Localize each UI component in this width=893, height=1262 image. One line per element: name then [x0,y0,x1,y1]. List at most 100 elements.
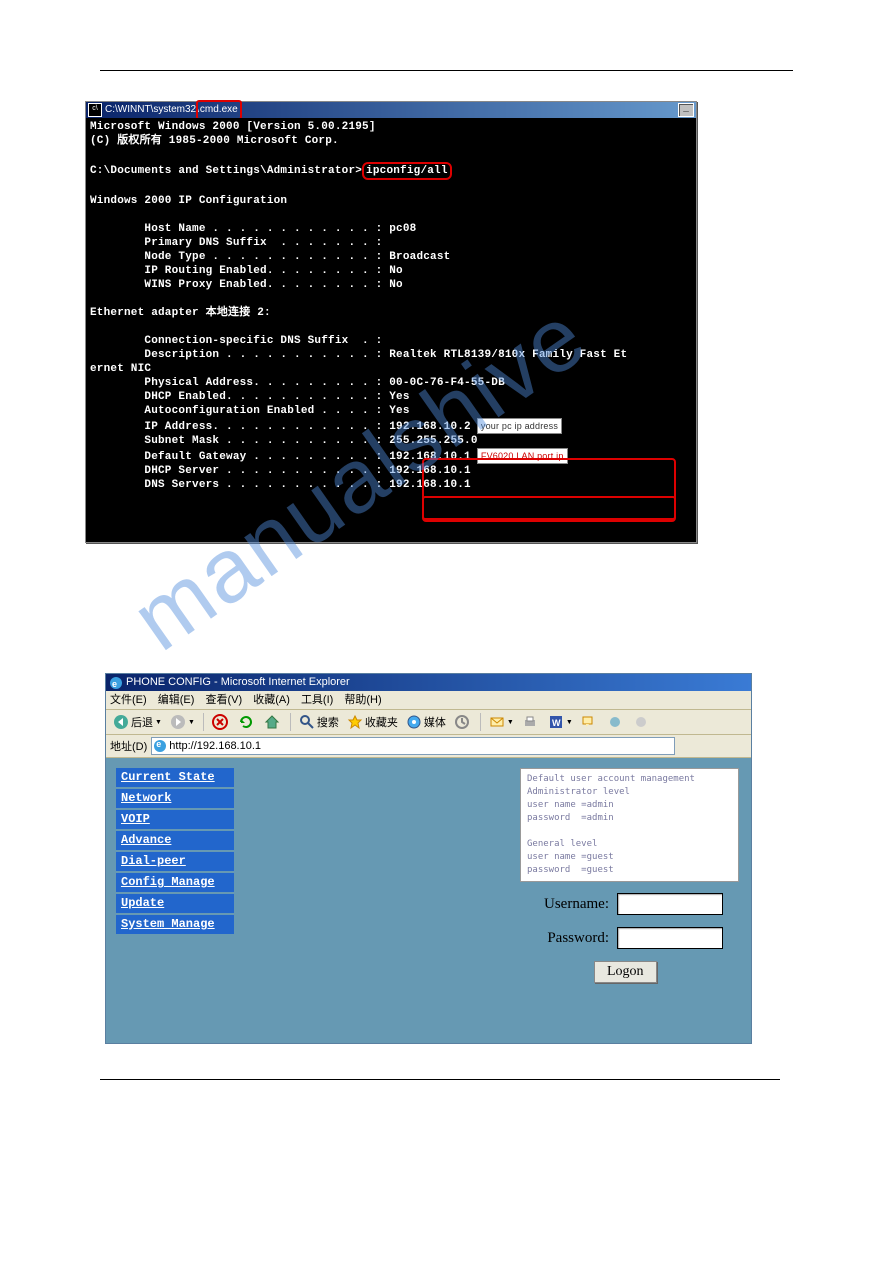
nav-system-manage[interactable]: System Manage [116,915,234,934]
back-button[interactable]: 后退 ▼ [110,712,165,732]
cmd-output: Microsoft Windows 2000 [Version 5.00.219… [86,118,696,542]
cmd-title-exe: cmd.exe [196,100,242,120]
history-button[interactable] [451,712,475,732]
back-icon [113,714,129,730]
dns-servers-line: DNS Servers . . . . . . . . . . . : 192.… [90,479,471,491]
username-label: Username: [524,896,609,913]
nav-current-state[interactable]: Current State [116,768,234,787]
stop-icon [212,714,228,730]
gateway-label: Default Gateway . . . . . . . . . : [90,451,389,463]
conn-suffix-line: Connection-specific DNS Suffix . : [90,335,382,347]
menu-view[interactable]: 查看(V) [205,694,242,706]
wins-proxy-line: WINS Proxy Enabled. . . . . . . . : No [90,279,403,291]
nav-config-manage[interactable]: Config Manage [116,873,234,892]
nav-advance[interactable]: Advance [116,831,234,850]
ip-routing-line: IP Routing Enabled. . . . . . . . : No [90,265,403,277]
media-label: 媒体 [424,714,446,730]
ie-window: PHONE CONFIG - Microsoft Internet Explor… [105,673,752,1044]
description-line: Description . . . . . . . . . . . : Real… [90,349,627,361]
ie-addressbar: 地址(D) http://192.168.10.1 [106,735,751,758]
nav-voip[interactable]: VOIP [116,810,234,829]
mail-icon [489,714,505,730]
dhcp-enabled-line: DHCP Enabled. . . . . . . . . . . : Yes [90,391,410,403]
cmd-titlebar[interactable]: c\ C:\WINNT\system32\ cmd.exe _ [86,102,696,118]
autoconfig-value: Yes [389,405,409,417]
cmd-ip-header: Windows 2000 IP Configuration [90,195,287,207]
menu-help[interactable]: 帮助(H) [344,694,381,706]
nav-menu: Current State Network VOIP Advance Dial-… [116,768,234,934]
page-content: Current State Network VOIP Advance Dial-… [106,758,751,1043]
host-name-line: Host Name . . . . . . . . . . . . : pc08 [90,223,416,235]
tool-button-1[interactable] [604,712,628,732]
chevron-down-icon: ▼ [155,719,162,726]
stop-button[interactable] [209,712,233,732]
menu-tools[interactable]: 工具(I) [301,694,333,706]
username-input[interactable] [617,893,723,915]
autoconfig-label: Autoconfiguration Enabled . . . . : [90,405,389,417]
password-label: Password: [524,930,609,947]
refresh-button[interactable] [235,712,259,732]
primary-dns-line: Primary DNS Suffix . . . . . . . : [90,237,382,249]
gateway-highlight-box [422,496,676,520]
ie-titlebar[interactable]: PHONE CONFIG - Microsoft Internet Explor… [106,674,751,691]
ip-address-value: 192.168.10.2 [389,421,471,433]
word-icon: W [548,714,564,730]
home-icon [264,714,280,730]
discuss-button[interactable] [578,712,602,732]
cmd-window: c\ C:\WINNT\system32\ cmd.exe _ Microsof… [85,101,697,543]
favorites-label: 收藏夹 [365,714,398,730]
forward-icon [170,714,186,730]
menu-favorites[interactable]: 收藏(A) [253,694,290,706]
adapter-header: Ethernet adapter 本地连接 2: [90,307,271,319]
menu-edit[interactable]: 编辑(E) [158,694,195,706]
chevron-down-icon: ▼ [507,719,514,726]
ie-icon [110,677,122,689]
logon-button[interactable]: Logon [594,961,657,983]
edit-button[interactable]: W▼ [545,712,576,732]
dhcp-server-line: DHCP Server . . . . . . . . . . . : 192.… [90,465,471,477]
ie-menubar: 文件(E) 编辑(E) 查看(V) 收藏(A) 工具(I) 帮助(H) [106,691,751,710]
password-input[interactable] [617,927,723,949]
nav-network[interactable]: Network [116,789,234,808]
history-icon [454,714,470,730]
menu-file[interactable]: 文件(E) [110,694,147,706]
home-button[interactable] [261,712,285,732]
nic-tail-line: ernet NIC [90,363,151,375]
cmd-prompt: C:\Documents and Settings\Administrator> [90,165,362,177]
mail-button[interactable]: ▼ [486,712,517,732]
forward-button[interactable]: ▼ [167,712,198,732]
credentials-info-box: Default user account management Administ… [520,768,739,882]
cmd-title-prefix: C:\WINNT\system32\ [105,102,199,118]
nav-dial-peer[interactable]: Dial-peer [116,852,234,871]
cmd-copyright-line: (C) 版权所有 1985-2000 Microsoft Corp. [90,135,339,147]
tool-button-2[interactable] [630,712,654,732]
login-form: Username: Password: Logon [524,893,723,983]
subnet-value: 255.255.255.0 [389,435,477,447]
gear-icon [607,714,623,730]
page-icon [154,740,166,752]
phys-addr-line: Physical Address. . . . . . . . . : 00-0… [90,377,505,389]
back-label: 后退 [131,714,153,730]
chevron-down-icon: ▼ [566,719,573,726]
ip-address-label: IP Address. . . . . . . . . . . . : [90,421,389,433]
ip-address-annotation: your pc ip address [477,418,562,434]
url-text: http://192.168.10.1 [169,740,261,752]
media-button[interactable]: 媒体 [403,712,449,732]
favorites-icon [347,714,363,730]
svg-text:W: W [552,718,561,728]
search-button[interactable]: 搜索 [296,712,342,732]
refresh-icon [238,714,254,730]
ie-title: PHONE CONFIG - Microsoft Internet Explor… [126,674,350,691]
cmd-command-highlight: ipconfig/all [362,162,452,180]
search-icon [299,714,315,730]
minimize-button[interactable]: _ [678,103,694,117]
nav-update[interactable]: Update [116,894,234,913]
cmd-icon: c\ [88,103,102,117]
address-input[interactable]: http://192.168.10.1 [151,737,675,755]
print-button[interactable] [519,712,543,732]
node-type-line: Node Type . . . . . . . . . . . . : Broa… [90,251,450,263]
tool-icon [633,714,649,730]
chevron-down-icon: ▼ [188,719,195,726]
subnet-label: Subnet Mask . . . . . . . . . . . : [90,435,389,447]
favorites-button[interactable]: 收藏夹 [344,712,401,732]
